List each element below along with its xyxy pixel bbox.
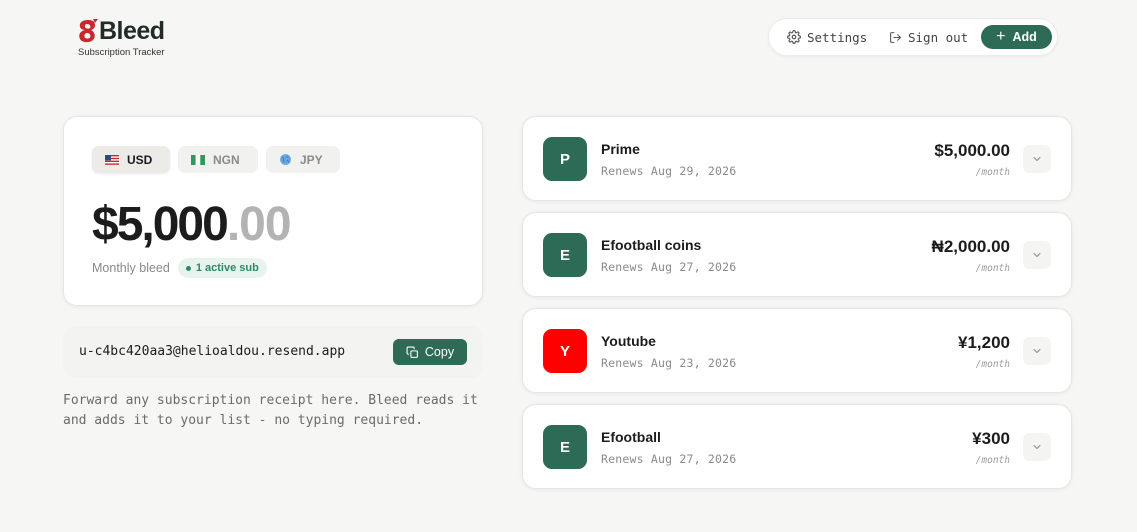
currency-code: JPY — [300, 152, 323, 167]
subscription-renewal-date: Renews Aug 23, 2026 — [601, 356, 737, 370]
expand-subscription-button[interactable] — [1023, 145, 1051, 173]
currency-code: NGN — [213, 152, 240, 167]
settings-label: Settings — [807, 29, 868, 45]
chevron-down-icon — [1033, 445, 1041, 449]
subscription-renewal-date: Renews Aug 29, 2026 — [601, 164, 737, 178]
expand-subscription-button[interactable] — [1023, 241, 1051, 269]
gear-icon — [787, 30, 801, 44]
chevron-down-icon — [1033, 253, 1041, 257]
sign-out-label: Sign out — [908, 29, 969, 45]
subscription-avatar: E — [543, 425, 587, 469]
forwarding-helper-text: Forward any subscription receipt here. B… — [63, 393, 478, 428]
plus-icon: + — [996, 28, 1006, 45]
brand-tagline: Subscription Tracker — [78, 47, 165, 58]
brand-logo[interactable]: Bleed Subscription Tracker — [76, 16, 165, 59]
forwarding-email-card: u-c4bc420aa3@helioaldou.resend.app Copy — [63, 326, 483, 378]
subscription-avatar: E — [543, 233, 587, 277]
chevron-down-icon — [1033, 157, 1041, 161]
subscription-avatar: P — [543, 137, 587, 181]
brand-name: Bleed — [99, 16, 165, 45]
expand-subscription-button[interactable] — [1023, 433, 1051, 461]
monthly-total-main: $5,000 — [92, 198, 229, 251]
chevron-down-icon — [1033, 349, 1041, 353]
subscription-avatar: Y — [543, 329, 587, 373]
subscription-renewal-date: Renews Aug 27, 2026 — [601, 452, 737, 466]
us-flag-icon — [105, 154, 119, 165]
currency-tab-jpy[interactable]: JPY — [266, 146, 340, 173]
copy-icon — [406, 346, 418, 358]
subscription-amount: $5,000.00 — [934, 141, 1010, 160]
subscription-period: /month — [975, 455, 1010, 466]
add-label: Add — [1012, 30, 1037, 44]
monthly-summary-card: USD NGN JPY $5,000.00 Monthly bleed 1 ac… — [63, 116, 483, 306]
active-subs-badge: 1 active sub — [177, 258, 267, 278]
sign-out-icon — [890, 31, 901, 43]
status-dot-icon — [185, 265, 191, 271]
subscription-card[interactable]: E Efootball coins Renews Aug 27, 2026 ₦2… — [522, 212, 1072, 297]
currency-tab-usd[interactable]: USD — [92, 146, 170, 173]
monthly-bleed-row: Monthly bleed 1 active sub — [92, 258, 267, 278]
forwarding-email-address[interactable]: u-c4bc420aa3@helioaldou.resend.app — [79, 344, 345, 359]
subscription-name: Efootball — [601, 429, 661, 445]
subscription-card[interactable]: Y Youtube Renews Aug 23, 2026 ¥1,200 /mo… — [522, 308, 1072, 393]
subscription-amount: ¥1,200 — [958, 333, 1010, 352]
expand-subscription-button[interactable] — [1023, 337, 1051, 365]
subscription-period: /month — [975, 263, 1010, 274]
monthly-total: $5,000.00 — [92, 197, 292, 252]
ng-flag-icon — [191, 154, 205, 165]
subscription-card[interactable]: P Prime Renews Aug 29, 2026 $5,000.00 /m… — [522, 116, 1072, 201]
active-subs-text: 1 active sub — [195, 262, 259, 274]
subscription-card[interactable]: E Efootball Renews Aug 27, 2026 ¥300 /mo… — [522, 404, 1072, 489]
currency-code: USD — [127, 152, 153, 167]
subscription-renewal-date: Renews Aug 27, 2026 — [601, 260, 737, 274]
subscription-period: /month — [975, 167, 1010, 178]
top-nav: Settings Sign out + Add — [768, 18, 1058, 56]
subscription-amount: ¥300 — [972, 429, 1010, 448]
copy-label: Copy — [424, 345, 455, 359]
sign-out-button[interactable]: Sign out — [889, 30, 981, 45]
bleed-logo-icon — [79, 19, 98, 43]
settings-button[interactable]: Settings — [787, 30, 889, 45]
subscription-amount: ₦2,000.00 — [931, 237, 1010, 256]
currency-tabs: USD NGN JPY — [92, 146, 348, 173]
subscription-period: /month — [975, 359, 1010, 370]
copy-email-button[interactable]: Copy — [393, 339, 467, 365]
subscription-name: Youtube — [601, 333, 656, 349]
subscription-name: Prime — [601, 141, 640, 157]
add-subscription-button[interactable]: + Add — [981, 25, 1052, 49]
currency-tab-ngn[interactable]: NGN — [178, 146, 258, 173]
subscription-name: Efootball coins — [601, 237, 702, 253]
globe-icon — [279, 153, 292, 166]
monthly-bleed-label: Monthly bleed — [92, 261, 170, 275]
monthly-total-cents: .00 — [226, 198, 292, 251]
